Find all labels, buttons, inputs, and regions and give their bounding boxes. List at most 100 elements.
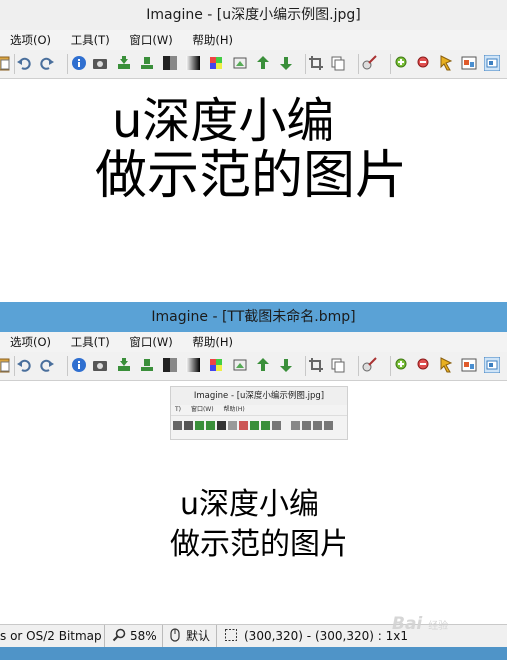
camera-icon[interactable]: [92, 357, 108, 373]
camera-icon[interactable]: [92, 55, 108, 71]
mini-menu-item: T): [175, 406, 182, 413]
zoom-in-icon[interactable]: [394, 357, 410, 373]
info-icon[interactable]: [71, 55, 87, 71]
menu-window[interactable]: 窗口(W): [129, 33, 172, 47]
menu-help[interactable]: 帮助(H): [192, 335, 233, 349]
mini-toolbar: [171, 415, 347, 436]
import-icon[interactable]: [116, 357, 132, 373]
menu-help[interactable]: 帮助(H): [192, 33, 233, 47]
rotate-icon[interactable]: [232, 357, 248, 373]
crop-icon[interactable]: [308, 357, 324, 373]
mini-toolbar-icon: [272, 421, 281, 430]
image-text-line-1: u深度小编: [180, 487, 320, 522]
status-format: s or OS/2 Bitmap: [0, 629, 102, 643]
rotate-icon[interactable]: [232, 55, 248, 71]
fit-icon[interactable]: [438, 357, 454, 373]
image-text-line-2: 做示范的图片: [95, 146, 408, 206]
mini-menu: T) 窗口(W) 帮助(H): [171, 405, 347, 415]
redo-icon[interactable]: [39, 357, 55, 373]
mini-toolbar-icon: [239, 421, 248, 430]
export-icon[interactable]: [139, 357, 155, 373]
brush-icon[interactable]: [361, 357, 377, 373]
mini-toolbar-icon: [217, 421, 226, 430]
copy-icon[interactable]: [330, 55, 346, 71]
brush-icon[interactable]: [361, 55, 377, 71]
mini-toolbar-icon: [228, 421, 237, 430]
info-icon[interactable]: [71, 357, 87, 373]
status-selection: (300,320) - (300,320) : 1x1: [244, 629, 408, 643]
menu-options[interactable]: 选项(O): [10, 335, 51, 349]
mini-toolbar-icon: [324, 421, 333, 430]
watermark: Bai 经验: [392, 614, 448, 634]
gradient-icon[interactable]: [185, 55, 201, 71]
export-icon[interactable]: [139, 55, 155, 71]
flip-icon[interactable]: [255, 55, 271, 71]
window-title-bar[interactable]: Imagine - [TT截图未命名.bmp]: [0, 302, 507, 332]
mini-menu-item: 帮助(H): [223, 406, 245, 413]
zoom-out-icon[interactable]: [416, 55, 432, 71]
menu-window[interactable]: 窗口(W): [129, 335, 172, 349]
fit-icon[interactable]: [438, 55, 454, 71]
grayscale-icon[interactable]: [162, 55, 178, 71]
window-title: Imagine - [TT截图未命名.bmp]: [151, 309, 356, 325]
mouse-icon: [170, 625, 180, 647]
fullscreen-icon[interactable]: [484, 357, 500, 373]
image-canvas[interactable]: Imagine - [u深度小编示例图.jpg] T) 窗口(W) 帮助(H) …: [0, 381, 507, 639]
effects-icon[interactable]: [208, 55, 224, 71]
redo-icon[interactable]: [39, 55, 55, 71]
import-icon[interactable]: [116, 55, 132, 71]
menu-bar: 选项(O) 工具(T) 窗口(W) 帮助(H): [0, 332, 507, 352]
window-title: Imagine - [u深度小编示例图.jpg]: [146, 7, 361, 23]
paste-icon[interactable]: [0, 357, 12, 373]
watermark-suffix: 经验: [428, 621, 449, 632]
toolbar: [0, 50, 507, 79]
imagine-window-2: Imagine - [TT截图未命名.bmp] 选项(O) 工具(T) 窗口(W…: [0, 302, 507, 660]
toolbar-separator: [14, 54, 15, 74]
mini-toolbar-icon: [250, 421, 259, 430]
fullscreen-icon[interactable]: [484, 55, 500, 71]
window-title-bar[interactable]: Imagine - [u深度小编示例图.jpg]: [0, 0, 507, 30]
window-icon[interactable]: [461, 357, 477, 373]
mini-title: Imagine - [u深度小编示例图.jpg]: [171, 387, 347, 405]
mini-toolbar-icon: [291, 421, 300, 430]
menu-bar: 选项(O) 工具(T) 窗口(W) 帮助(H): [0, 30, 507, 50]
crop-icon[interactable]: [308, 55, 324, 71]
toolbar-separator: [305, 54, 306, 74]
zoom-out-icon[interactable]: [416, 357, 432, 373]
mini-toolbar-icon: [261, 421, 270, 430]
flip-icon[interactable]: [255, 357, 271, 373]
mini-toolbar-icon: [195, 421, 204, 430]
undo-icon[interactable]: [16, 357, 32, 373]
embedded-screenshot: Imagine - [u深度小编示例图.jpg] T) 窗口(W) 帮助(H): [170, 386, 348, 440]
toolbar-separator: [390, 54, 391, 74]
mini-toolbar-icon: [313, 421, 322, 430]
mini-toolbar-icon: [206, 421, 215, 430]
image-canvas[interactable]: u深度小编 做示范的图片: [0, 79, 507, 302]
toolbar-separator: [358, 54, 359, 74]
toolbar-separator: [67, 54, 68, 74]
status-mode: 默认: [186, 629, 211, 643]
zoom-in-icon[interactable]: [394, 55, 410, 71]
zoom-icon: [112, 625, 126, 647]
toolbar-separator: [305, 356, 306, 376]
toolbar-separator: [358, 356, 359, 376]
menu-tools[interactable]: 工具(T): [71, 335, 110, 349]
grayscale-icon[interactable]: [162, 357, 178, 373]
paste-icon[interactable]: [0, 55, 12, 71]
imagine-window-1: Imagine - [u深度小编示例图.jpg] 选项(O) 工具(T) 窗口(…: [0, 0, 507, 302]
menu-options[interactable]: 选项(O): [10, 33, 51, 47]
menu-tools[interactable]: 工具(T): [71, 33, 110, 47]
mini-toolbar-icon: [302, 421, 311, 430]
copy-icon[interactable]: [330, 357, 346, 373]
window-icon[interactable]: [461, 55, 477, 71]
resize-icon[interactable]: [278, 55, 294, 71]
selection-icon: [224, 625, 238, 647]
mini-menu-item: 窗口(W): [190, 406, 214, 413]
mini-toolbar-icon: [184, 421, 193, 430]
resize-icon[interactable]: [278, 357, 294, 373]
gradient-icon[interactable]: [185, 357, 201, 373]
undo-icon[interactable]: [16, 55, 32, 71]
image-text-line-2: 做示范的图片: [170, 527, 345, 562]
toolbar-separator: [390, 356, 391, 376]
effects-icon[interactable]: [208, 357, 224, 373]
